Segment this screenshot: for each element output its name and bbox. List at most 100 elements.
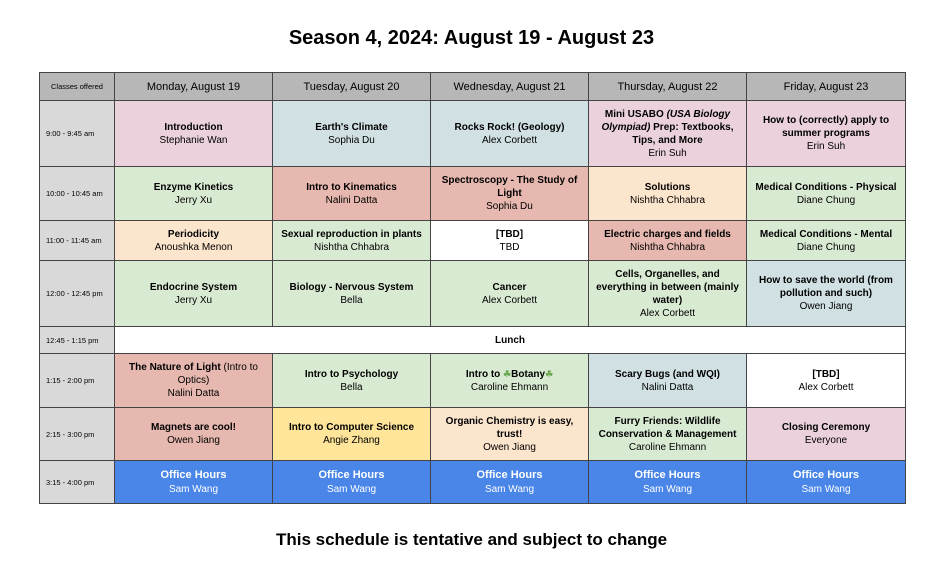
table-row: 3:15 - 4:00 pm Office Hours Sam Wang Off… (39, 460, 906, 504)
class-instructor: Alex Corbett (798, 381, 854, 393)
class-cell: Introduction Stephanie Wan (114, 100, 273, 167)
class-instructor: Nalini Datta (325, 194, 378, 206)
class-cell: Intro to Computer Science Angie Zhang (272, 407, 431, 461)
class-title: [TBD] (495, 228, 524, 240)
class-title: Furry Friends: Wildlife Conservation & M… (598, 415, 737, 440)
day-header-friday: Friday, August 23 (746, 72, 906, 101)
class-cell: Spectroscopy - The Study of Light Sophia… (430, 166, 589, 221)
class-title: Organic Chemistry is easy, trust! (445, 415, 574, 440)
class-instructor: Owen Jiang (167, 435, 220, 446)
class-title: Introduction (164, 121, 223, 133)
class-instructor: Jerry Xu (174, 194, 213, 206)
class-instructor: Erin Suh (648, 147, 687, 159)
class-instructor: Erin Suh (806, 141, 846, 152)
class-cell: How to save the world (from pollution an… (746, 260, 906, 327)
class-cell: Scary Bugs (and WQI) Nalini Datta (588, 353, 747, 408)
class-title: Office Hours (476, 469, 543, 481)
class-title: Spectroscopy - The Study of Light (441, 175, 578, 199)
class-title: How to (correctly) apply to summer progr… (762, 115, 890, 139)
schedule-disclaimer: This schedule is tentative and subject t… (275, 530, 668, 549)
class-instructor: Caroline Ehmann (470, 381, 549, 393)
class-cell: Electric charges and fields Nishtha Chha… (588, 220, 747, 261)
class-title: Enzyme Kinetics (153, 181, 234, 193)
class-title: Sexual reproduction in plants (281, 228, 422, 240)
class-title: Biology - Nervous System (289, 281, 414, 293)
class-title: [TBD] (812, 368, 840, 380)
class-instructor: Sophia Du (486, 201, 533, 212)
class-instructor: Nishtha Chhabra (629, 241, 706, 253)
class-instructor: Sam Wang (642, 484, 693, 495)
class-title: Magnets are cool! (150, 422, 237, 433)
class-title: Office Hours (160, 469, 227, 481)
class-title: Mini USABO (USA Biology Olympiad) Prep: … (593, 108, 742, 147)
time-slot: 12:00 - 12:45 pm (39, 260, 115, 327)
class-title: Rocks Rock! (Geology) (454, 121, 565, 133)
table-row: 2:15 - 3:00 pm Magnets are cool! Owen Ji… (39, 407, 906, 461)
class-title: Intro to Kinematics (306, 181, 397, 193)
office-hours-cell: Office Hours Sam Wang (114, 460, 273, 504)
class-cell: Closing Ceremony Everyone (746, 407, 906, 461)
class-instructor: Alex Corbett (481, 294, 538, 306)
class-instructor: Jerry Xu (174, 294, 213, 306)
leaf-icon: ☘ (503, 368, 512, 379)
class-instructor: Sam Wang (801, 484, 851, 495)
class-instructor: Everyone (804, 435, 848, 446)
class-cell: Sexual reproduction in plants Nishtha Ch… (272, 220, 431, 261)
class-cell: Mini USABO (USA Biology Olympiad) Prep: … (588, 100, 747, 167)
class-cell: Periodicity Anoushka Menon (114, 220, 273, 261)
page-title: Season 4, 2024: August 19 - August 23 (288, 27, 655, 49)
class-title: How to save the world (from pollution an… (759, 275, 893, 299)
class-cell: Solutions Nishtha Chhabra (588, 166, 747, 221)
class-cell: Medical Conditions - Physical Diane Chun… (746, 166, 906, 221)
time-slot: 1:15 - 2:00 pm (39, 353, 115, 408)
class-title-part: Botany (511, 368, 546, 380)
class-title: Scary Bugs (and WQI) (614, 368, 720, 380)
class-instructor: Bella (340, 294, 363, 306)
class-instructor: Alex Corbett (481, 134, 538, 146)
class-title: Medical Conditions - Mental (759, 228, 893, 240)
class-instructor: Nishtha Chhabra (629, 194, 706, 206)
class-title: Office Hours (318, 469, 385, 481)
class-cell: Cancer Alex Corbett (430, 260, 589, 327)
class-instructor: Nishtha Chhabra (313, 241, 390, 253)
table-row: 1:15 - 2:00 pm The Nature of Light (Intr… (39, 353, 906, 408)
class-title: Intro to Computer Science (288, 422, 414, 433)
class-title: Cells, Organelles, and everything in bet… (596, 268, 739, 306)
leaf-icon: ☘ (545, 368, 554, 379)
class-title: Solutions (644, 181, 691, 193)
office-hours-cell: Office Hours Sam Wang (430, 460, 589, 504)
class-instructor: Diane Chung (796, 194, 856, 206)
class-cell: The Nature of Light (Intro to Optics) Na… (114, 353, 273, 408)
table-row: 12:00 - 12:45 pm Endocrine System Jerry … (39, 260, 906, 327)
class-instructor: Sam Wang (168, 484, 219, 495)
office-hours-cell: Office Hours Sam Wang (272, 460, 431, 504)
class-cell: Intro to ☘Botany☘ Caroline Ehmann (430, 353, 589, 408)
office-hours-cell: Office Hours Sam Wang (746, 460, 906, 504)
class-cell: How to (correctly) apply to summer progr… (746, 100, 906, 167)
class-title: Endocrine System (149, 281, 238, 293)
class-title: Closing Ceremony (781, 422, 871, 433)
time-slot: 11:00 - 11:45 am (39, 220, 115, 261)
class-instructor: Nalini Datta (641, 381, 694, 393)
class-cell: Medical Conditions - Mental Diane Chung (746, 220, 906, 261)
day-header-thursday: Thursday, August 22 (588, 72, 747, 101)
time-slot: 2:15 - 3:00 pm (39, 407, 115, 461)
table-row: 10:00 - 10:45 am Enzyme Kinetics Jerry X… (39, 166, 906, 221)
time-slot: 9:00 - 9:45 am (39, 100, 115, 167)
table-row: 11:00 - 11:45 am Periodicity Anoushka Me… (39, 220, 906, 261)
class-title: Electric charges and fields (604, 228, 731, 240)
class-title: Office Hours (792, 469, 859, 481)
table-row: 9:00 - 9:45 am Introduction Stephanie Wa… (39, 100, 906, 167)
class-title: Earth's Climate (315, 121, 388, 133)
class-cell: Organic Chemistry is easy, trust! Owen J… (430, 407, 589, 461)
lunch-cell: Lunch (114, 326, 906, 354)
header-row: Classes offered Monday, August 19 Tuesda… (39, 72, 906, 101)
class-instructor: Stephanie Wan (159, 134, 228, 146)
time-slot: 10:00 - 10:45 am (39, 166, 115, 221)
class-cell: Endocrine System Jerry Xu (114, 260, 273, 327)
time-slot: 12:45 - 1:15 pm (39, 326, 115, 354)
class-title: The Nature of Light (Intro to Optics) (119, 361, 268, 387)
class-cell: Enzyme Kinetics Jerry Xu (114, 166, 273, 221)
class-cell: [TBD] Alex Corbett (746, 353, 906, 408)
class-cell: Intro to Psychology Bella (272, 353, 431, 408)
